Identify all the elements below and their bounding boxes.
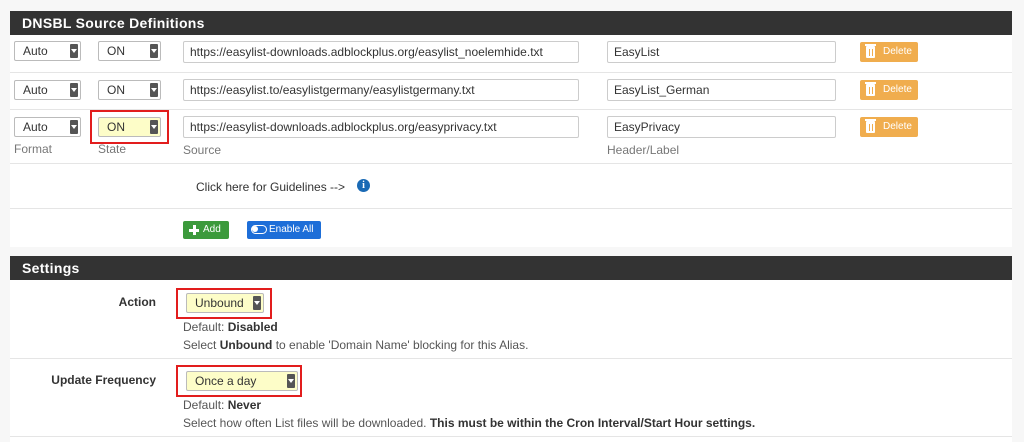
header-label-input[interactable]: EasyPrivacy	[607, 116, 836, 138]
trash-icon	[865, 44, 876, 58]
settings-panel-title: Settings	[10, 256, 1012, 280]
delete-button[interactable]: Delete	[860, 117, 918, 137]
delete-button[interactable]: Delete	[860, 80, 918, 100]
format-select[interactable]: Auto	[14, 80, 81, 100]
help-bold: Unbound	[219, 338, 273, 352]
format-value: Auto	[23, 44, 48, 58]
header-label-input[interactable]: EasyList	[607, 41, 836, 63]
source-row: Auto ON https://easylist-downloads.adblo…	[10, 109, 1012, 164]
default-value: Disabled	[227, 320, 278, 334]
chevron-down-icon	[70, 120, 78, 134]
enable-all-button[interactable]: Enable All	[247, 221, 321, 239]
update-frequency-help: Select how often List files will be down…	[183, 416, 755, 430]
update-frequency-label: Update Frequency	[51, 373, 156, 387]
help-bold: This must be within the Cron Interval/St…	[429, 416, 756, 430]
state-select[interactable]: ON	[98, 41, 161, 61]
source-row: Auto ON https://easylist.to/easylistgerm…	[10, 72, 1012, 110]
delete-label: Delete	[883, 121, 912, 132]
settings-panel: Settings Action Unbound Default: Disable…	[10, 256, 1012, 442]
state-caption: State	[98, 142, 127, 156]
action-default: Default: Disabled	[183, 320, 278, 334]
format-value: Auto	[23, 83, 48, 97]
format-select[interactable]: Auto	[14, 41, 81, 61]
action-row: Action Unbound Default: Disabled Select …	[10, 280, 1012, 359]
help-text: Select	[183, 338, 217, 352]
chevron-down-icon	[150, 83, 158, 97]
source-url-input[interactable]: https://easylist-downloads.adblockplus.o…	[183, 116, 579, 138]
highlight-box	[176, 288, 272, 319]
source-caption: Source	[183, 143, 222, 157]
format-value: Auto	[23, 120, 48, 134]
info-icon[interactable]: i	[357, 179, 370, 192]
dnsbl-source-panel: DNSBL Source Definitions Auto ON https:/…	[10, 11, 1012, 247]
source-url-input[interactable]: https://easylist-downloads.adblockplus.o…	[183, 41, 579, 63]
help-text: to enable 'Domain Name' blocking for thi…	[275, 338, 529, 352]
highlight-box	[90, 110, 169, 144]
plus-icon	[189, 225, 199, 235]
source-url-input[interactable]: https://easylist.to/easylistgermany/easy…	[183, 79, 579, 101]
format-select[interactable]: Auto	[14, 117, 81, 137]
delete-label: Delete	[883, 84, 912, 95]
update-frequency-default: Default: Never	[183, 398, 261, 412]
highlight-box	[176, 365, 302, 397]
state-value: ON	[107, 44, 125, 58]
trash-icon	[865, 82, 876, 96]
source-row: Auto ON https://easylist-downloads.adblo…	[10, 35, 1012, 73]
update-frequency-row: Update Frequency Once a day Default: Nev…	[10, 358, 1012, 437]
format-caption: Format	[14, 142, 53, 156]
default-prefix: Default:	[183, 320, 225, 334]
label-caption: Header/Label	[607, 143, 680, 157]
buttons-row: Add Enable All	[10, 208, 1012, 247]
delete-label: Delete	[883, 46, 912, 57]
action-label: Action	[118, 295, 156, 309]
add-label: Add	[203, 224, 221, 235]
delete-button[interactable]: Delete	[860, 42, 918, 62]
enable-all-label: Enable All	[269, 224, 314, 235]
default-prefix: Default:	[183, 398, 225, 412]
toggle-icon	[251, 225, 267, 234]
state-select[interactable]: ON	[98, 80, 161, 100]
trash-icon	[865, 119, 876, 133]
action-help: Select Unbound to enable 'Domain Name' b…	[183, 338, 528, 352]
guidelines-link[interactable]: Click here for Guidelines -->	[196, 180, 345, 194]
default-value: Never	[227, 398, 262, 412]
guidelines-row: Click here for Guidelines --> i	[10, 163, 1012, 209]
help-text: Select how often List files will be down…	[183, 416, 427, 430]
state-value: ON	[107, 83, 125, 97]
chevron-down-icon	[70, 83, 78, 97]
dnsbl-panel-title: DNSBL Source Definitions	[10, 11, 1012, 35]
add-button[interactable]: Add	[183, 221, 229, 239]
header-label-input[interactable]: EasyList_German	[607, 79, 836, 101]
chevron-down-icon	[70, 44, 78, 58]
chevron-down-icon	[150, 44, 158, 58]
